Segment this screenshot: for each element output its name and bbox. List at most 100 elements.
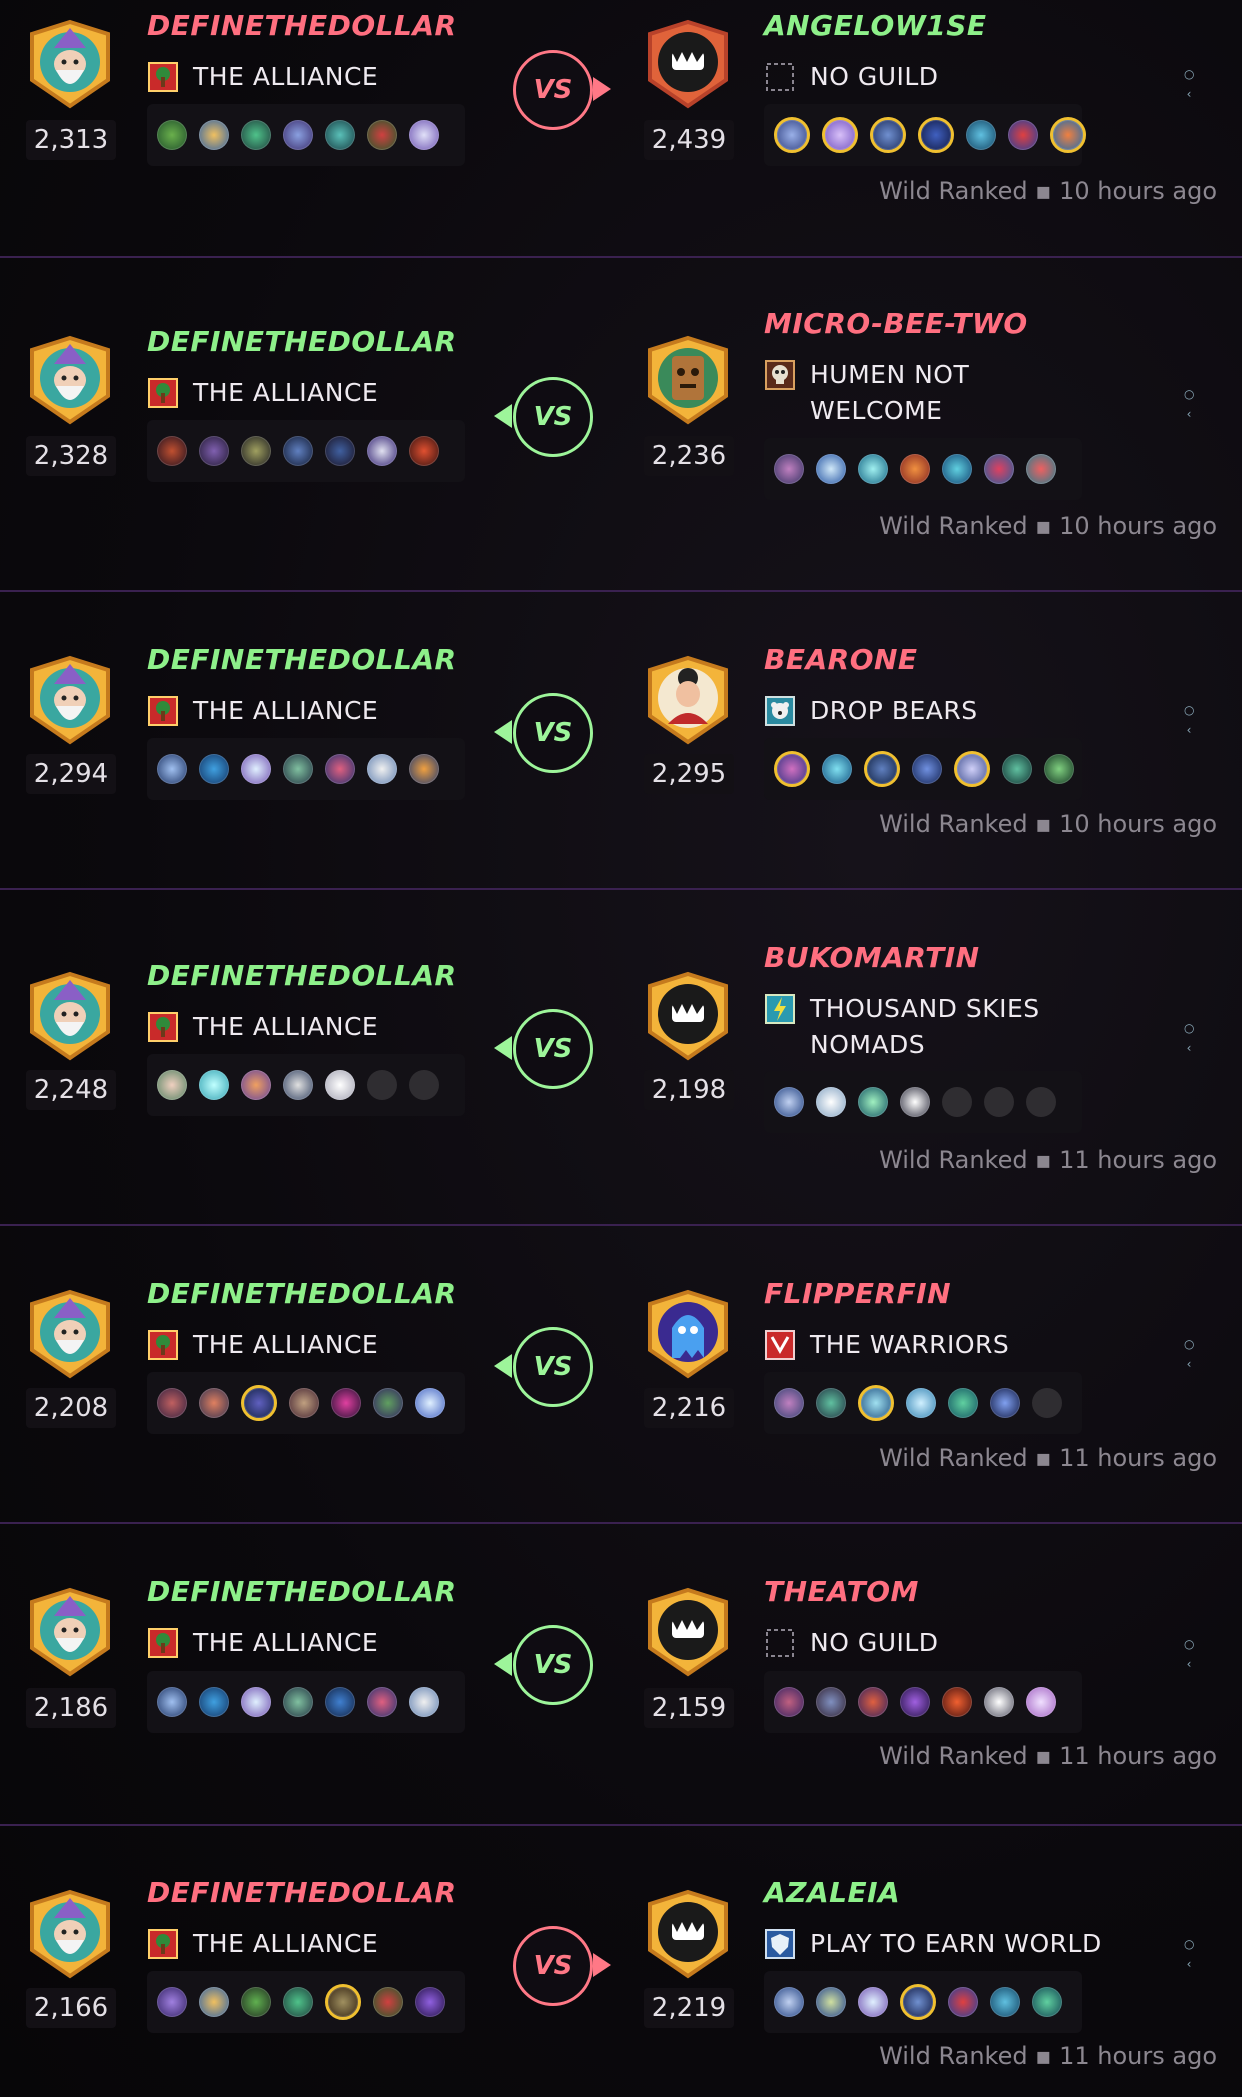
monster-card-icon[interactable]: [948, 1987, 978, 2017]
monster-card-icon[interactable]: [1002, 754, 1032, 784]
wizard-avatar-icon[interactable]: [24, 654, 116, 746]
monster-card-icon[interactable]: [199, 120, 229, 150]
monster-card-icon[interactable]: [367, 1687, 397, 1717]
monster-card-icon[interactable]: [990, 1987, 1020, 2017]
battle-row[interactable]: 2,248 DEFINETHEDOLLAR THE ALLIANCE VS 2,…: [0, 890, 1242, 1226]
monster-card-icon[interactable]: [1026, 1687, 1056, 1717]
monster-card-icon[interactable]: [325, 120, 355, 150]
monster-card-icon[interactable]: [912, 754, 942, 784]
monster-card-icon[interactable]: [900, 1087, 930, 1117]
monster-card-icon[interactable]: [774, 1687, 804, 1717]
monster-card-icon[interactable]: [822, 117, 858, 153]
player-name[interactable]: DEFINETHEDOLLAR: [147, 1876, 457, 1909]
monster-card-icon[interactable]: [1050, 117, 1086, 153]
monster-card-icon[interactable]: [774, 117, 810, 153]
tree-golem-avatar-icon[interactable]: [642, 334, 734, 426]
monster-card-icon[interactable]: [199, 1070, 229, 1100]
player-guild[interactable]: THE ALLIANCE: [147, 375, 378, 411]
player-guild[interactable]: THE ALLIANCE: [147, 59, 378, 95]
battle-row[interactable]: 2,166 DEFINETHEDOLLAR THE ALLIANCE VS 2,…: [0, 1826, 1242, 2097]
monster-card-icon[interactable]: [1026, 454, 1056, 484]
battle-row[interactable]: 2,186 DEFINETHEDOLLAR THE ALLIANCE VS 2,…: [0, 1524, 1242, 1826]
monster-card-icon[interactable]: [157, 1388, 187, 1418]
player-name[interactable]: ANGELOW1SE: [764, 9, 987, 42]
monster-card-icon[interactable]: [858, 454, 888, 484]
monster-card-icon[interactable]: [409, 120, 439, 150]
monster-card-icon[interactable]: [157, 1687, 187, 1717]
vs-badge[interactable]: VS: [513, 50, 593, 130]
player-name[interactable]: DEFINETHEDOLLAR: [147, 643, 457, 676]
monster-card-icon[interactable]: [906, 1388, 936, 1418]
monster-card-icon[interactable]: [283, 1987, 313, 2017]
battle-row[interactable]: 2,208 DEFINETHEDOLLAR THE ALLIANCE VS 2,…: [0, 1226, 1242, 1524]
player-guild[interactable]: THE ALLIANCE: [147, 1926, 378, 1962]
battle-row[interactable]: 2,313 DEFINETHEDOLLAR THE ALLIANCE VS 2,…: [0, 0, 1242, 258]
monster-card-icon[interactable]: [858, 1987, 888, 2017]
monster-card-icon[interactable]: [289, 1388, 319, 1418]
wizard-avatar-icon[interactable]: [24, 1888, 116, 1980]
wizard-avatar-icon[interactable]: [24, 970, 116, 1062]
monster-card-icon[interactable]: [367, 436, 397, 466]
monster-card-icon[interactable]: [948, 1388, 978, 1418]
monster-card-icon[interactable]: [157, 1070, 187, 1100]
monster-card-icon[interactable]: [241, 1987, 271, 2017]
monster-card-icon[interactable]: [283, 436, 313, 466]
monster-card-icon[interactable]: [241, 1385, 277, 1421]
monster-card-icon[interactable]: [954, 751, 990, 787]
monster-card-icon[interactable]: [822, 754, 852, 784]
wizard-avatar-icon[interactable]: [24, 334, 116, 426]
battle-row[interactable]: 2,294 DEFINETHEDOLLAR THE ALLIANCE VS 2,…: [0, 592, 1242, 890]
vs-badge[interactable]: VS: [513, 1327, 593, 1407]
monster-teeth-avatar-icon[interactable]: [642, 970, 734, 1062]
monster-card-icon[interactable]: [241, 120, 271, 150]
wizard-avatar-icon[interactable]: [24, 18, 116, 110]
player-guild[interactable]: THE ALLIANCE: [147, 693, 378, 729]
monster-card-icon[interactable]: [774, 1987, 804, 2017]
monster-card-icon[interactable]: [1032, 1987, 1062, 2017]
vs-badge[interactable]: VS: [513, 377, 593, 457]
monster-card-icon[interactable]: [241, 436, 271, 466]
monster-card-icon[interactable]: [966, 120, 996, 150]
player-name[interactable]: BEARONE: [764, 643, 918, 676]
monster-card-icon[interactable]: [942, 1687, 972, 1717]
player-name[interactable]: DEFINETHEDOLLAR: [147, 325, 457, 358]
player-name[interactable]: THEATOM: [764, 1575, 919, 1608]
monster-card-icon[interactable]: [367, 120, 397, 150]
monster-card-icon[interactable]: [774, 1087, 804, 1117]
player-guild[interactable]: THE ALLIANCE: [147, 1009, 378, 1045]
monster-card-icon[interactable]: [900, 1687, 930, 1717]
monster-card-icon[interactable]: [373, 1388, 403, 1418]
player-guild[interactable]: NO GUILD: [764, 1625, 939, 1661]
monster-card-icon[interactable]: [409, 1687, 439, 1717]
monster-card-icon[interactable]: [858, 1687, 888, 1717]
monster-card-icon[interactable]: [283, 1070, 313, 1100]
monster-card-icon[interactable]: [415, 1388, 445, 1418]
vs-badge[interactable]: VS: [513, 1625, 593, 1705]
monster-card-icon[interactable]: [157, 120, 187, 150]
player-name[interactable]: MICRO-BEE-TWO: [764, 307, 1028, 340]
player-guild[interactable]: NO GUILD: [764, 59, 939, 95]
monster-card-icon[interactable]: [199, 1687, 229, 1717]
monster-card-icon[interactable]: [325, 1984, 361, 2020]
player-guild[interactable]: THE ALLIANCE: [147, 1327, 378, 1363]
monster-card-icon[interactable]: [984, 454, 1014, 484]
monster-card-icon[interactable]: [858, 1087, 888, 1117]
monster-card-icon[interactable]: [157, 754, 187, 784]
monster-teeth-avatar-red-icon[interactable]: [642, 18, 734, 110]
monster-card-icon[interactable]: [409, 754, 439, 784]
monster-card-icon[interactable]: [1008, 120, 1038, 150]
monster-card-icon[interactable]: [816, 1388, 846, 1418]
woman-avatar-icon[interactable]: [642, 654, 734, 746]
monster-card-icon[interactable]: [942, 454, 972, 484]
monster-card-icon[interactable]: [199, 1388, 229, 1418]
monster-card-icon[interactable]: [816, 454, 846, 484]
player-name[interactable]: FLIPPERFIN: [764, 1277, 951, 1310]
player-name[interactable]: DEFINETHEDOLLAR: [147, 959, 457, 992]
monster-card-icon[interactable]: [199, 754, 229, 784]
wizard-avatar-icon[interactable]: [24, 1288, 116, 1380]
monster-card-icon[interactable]: [373, 1987, 403, 2017]
player-guild[interactable]: THE ALLIANCE: [147, 1625, 378, 1661]
monster-card-icon[interactable]: [283, 120, 313, 150]
monster-card-icon[interactable]: [199, 1987, 229, 2017]
player-guild[interactable]: DROP BEARS: [764, 693, 978, 729]
